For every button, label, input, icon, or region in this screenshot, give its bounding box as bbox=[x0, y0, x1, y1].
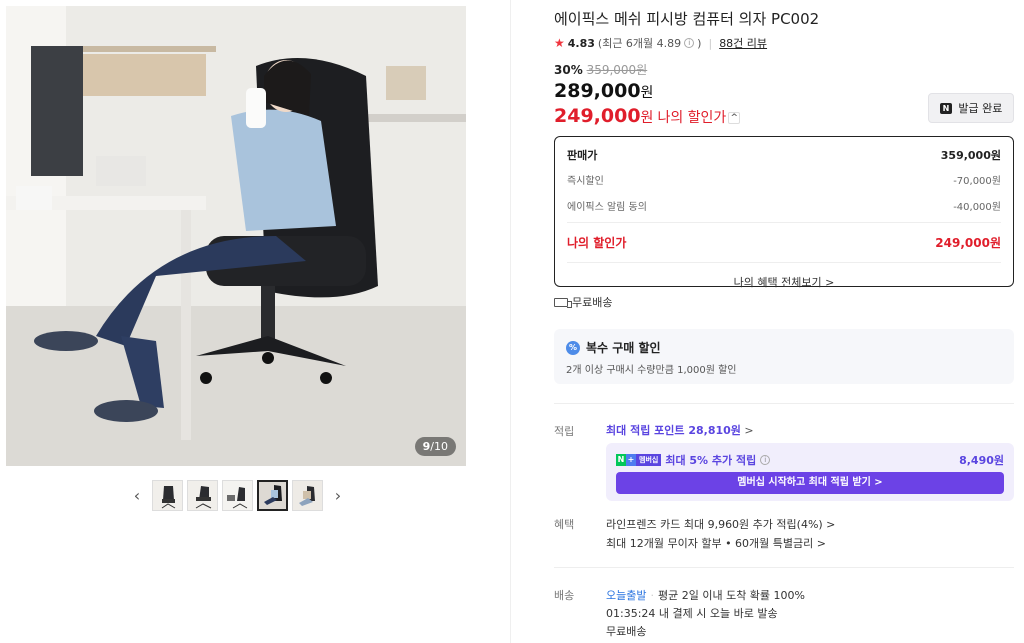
max-points-link[interactable]: 최대 적립 포인트 28,810원 > bbox=[606, 422, 754, 438]
original-price: 359,000원 bbox=[586, 63, 648, 77]
chevron-up-icon[interactable]: ^ bbox=[728, 112, 741, 124]
card-benefit-link[interactable]: 라인프렌즈 카드 최대 9,960원 추가 적립(4%) > bbox=[606, 516, 835, 532]
thumbnail-4-selected[interactable] bbox=[257, 479, 288, 511]
my-price-label: 나의 할인가 bbox=[657, 110, 727, 126]
breakdown-divider-2 bbox=[567, 262, 1001, 263]
points-label: 적립 bbox=[554, 425, 575, 438]
my-discount-price[interactable]: 249,000원 나의 할인가 ^ bbox=[554, 105, 741, 127]
image-counter: 9/10 bbox=[414, 437, 456, 456]
thumbnail-3[interactable] bbox=[222, 479, 253, 511]
chair-photo bbox=[6, 6, 466, 466]
info-circle-icon[interactable]: i bbox=[684, 38, 695, 48]
coupon-issued-button[interactable]: N 발급 완료 bbox=[928, 93, 1014, 123]
membership-amount: 8,490원 bbox=[959, 454, 1004, 467]
my-price-unit: 원 bbox=[640, 110, 654, 126]
delivery-countdown: 01:35:24 내 결제 시 오늘 바로 발송 bbox=[606, 607, 778, 620]
next-image-arrow[interactable]: › bbox=[327, 486, 349, 505]
naver-membership-badge: N + 멤버십 bbox=[616, 454, 662, 466]
breakdown-row-mine: 나의 할인가 249,000원 bbox=[567, 236, 1001, 250]
rating-separator: | bbox=[708, 36, 713, 50]
star-icon: ★ bbox=[554, 36, 565, 50]
rating-recent-close: ) bbox=[697, 36, 702, 50]
prev-image-arrow[interactable]: ‹ bbox=[126, 486, 148, 505]
view-all-benefits-link[interactable]: 나의 혜택 전체보기 > bbox=[567, 274, 1001, 290]
product-main-image[interactable]: 9/10 bbox=[6, 6, 466, 466]
price-breakdown-box: 판매가 359,000원 즉시할인 -70,000원 에이픽스 알림 동의 -40,0… bbox=[554, 136, 1014, 290]
column-divider bbox=[510, 0, 511, 643]
thumbnail-strip: ‹ › bbox=[126, 478, 349, 512]
section-divider bbox=[554, 403, 1014, 404]
rating-summary: ★ 4.83 (최근 6개월 4.89 i) | 88건 리뷰 bbox=[554, 35, 767, 51]
membership-box: N + 멤버십 최대 5% 추가 적립 i 8,490원 멤버십 시작하고 최대 적립… bbox=[606, 443, 1014, 501]
benefits-label: 혜택 bbox=[554, 518, 575, 531]
coupon-button-label: 발급 완료 bbox=[958, 102, 1003, 115]
breakdown-row-sale: 판매가 359,000원 bbox=[567, 149, 1001, 162]
free-shipping-label: 무료배송 bbox=[572, 296, 613, 309]
review-count-link[interactable]: 88건 리뷰 bbox=[719, 35, 767, 51]
sale-price: 289,000원 bbox=[554, 80, 653, 102]
truck-icon bbox=[554, 297, 572, 308]
sale-price-unit: 원 bbox=[640, 85, 654, 101]
multi-buy-discount-box: % 복수 구매 할인 2개 이상 구매시 수량만큼 1,000원 할인 bbox=[554, 329, 1014, 384]
breakdown-row-instant: 즉시할인 -70,000원 bbox=[567, 176, 1001, 187]
rating-recent: (최근 6개월 4.89 bbox=[597, 37, 682, 50]
discount-line: 30% 359,000원 bbox=[554, 61, 647, 78]
thumbnail-2[interactable] bbox=[187, 479, 218, 511]
delivery-free: 무료배송 bbox=[606, 625, 647, 638]
section-divider-2 bbox=[554, 567, 1014, 568]
sale-price-value: 289,000 bbox=[554, 80, 641, 102]
discount-rate: 30% bbox=[554, 63, 583, 77]
info-circle-icon[interactable]: i bbox=[760, 455, 771, 465]
membership-start-button[interactable]: 멤버십 시작하고 최대 적립 받기 > bbox=[616, 472, 1004, 494]
breakdown-row-alarm: 에이픽스 알림 동의 -40,000원 bbox=[567, 202, 1001, 213]
multi-buy-desc: 2개 이상 구매시 수량만큼 1,000원 할인 bbox=[566, 365, 737, 376]
installment-benefit-link[interactable]: 최대 12개월 무이자 할부 • 60개월 특별금리 > bbox=[606, 535, 826, 551]
my-price-value: 249,000 bbox=[554, 105, 641, 127]
multi-buy-title: 복수 구매 할인 bbox=[586, 341, 661, 355]
naver-n-icon: N bbox=[939, 102, 953, 114]
thumbnail-5[interactable] bbox=[292, 479, 323, 511]
percent-badge-icon: % bbox=[566, 340, 580, 355]
breakdown-divider bbox=[567, 222, 1001, 223]
today-departure: 오늘출발 bbox=[606, 589, 647, 602]
delivery-stat: 평균 2일 이내 도착 확률 100% bbox=[657, 589, 805, 602]
rating-score: 4.83 bbox=[567, 36, 595, 50]
thumbnail-1[interactable] bbox=[152, 479, 183, 511]
delivery-today: 오늘출발 · 평균 2일 이내 도착 확률 100% bbox=[606, 589, 805, 602]
free-shipping-badge: 무료배송 bbox=[554, 294, 612, 310]
membership-text: 최대 5% 추가 적립 bbox=[665, 454, 757, 467]
product-title: 에이픽스 메쉬 피시방 컴퓨터 의자 PC002 bbox=[554, 10, 820, 28]
delivery-label: 배송 bbox=[554, 589, 575, 602]
